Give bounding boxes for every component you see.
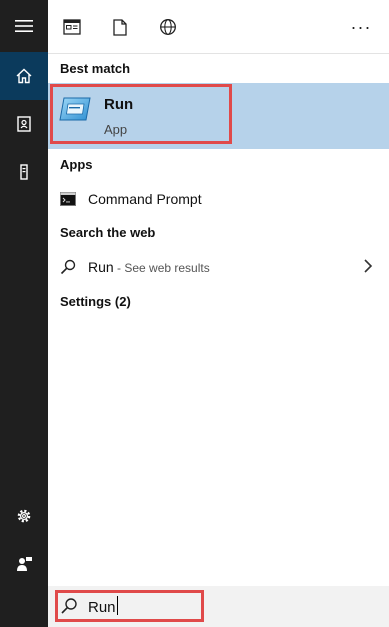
web-search-result[interactable]: Run - See web results — [48, 250, 389, 284]
web-search-query: Run — [88, 259, 114, 275]
web-filter-button[interactable] — [150, 10, 186, 44]
hamburger-menu-button[interactable] — [0, 2, 48, 50]
list-item-command-prompt[interactable]: Command Prompt — [48, 182, 389, 216]
feedback-icon — [17, 557, 32, 571]
more-options-button[interactable]: ··· — [343, 10, 379, 44]
tower-icon — [20, 164, 28, 180]
document-icon — [113, 18, 127, 36]
home-button[interactable] — [0, 52, 48, 100]
settings-header[interactable]: Settings (2) — [60, 294, 131, 309]
notebook-icon — [17, 116, 31, 132]
home-icon — [16, 68, 32, 84]
hamburger-menu-icon — [15, 20, 33, 32]
chevron-right-icon — [364, 259, 373, 273]
start-sidebar — [0, 0, 48, 627]
search-web-header: Search the web — [60, 225, 156, 240]
web-search-hint: - See web results — [113, 261, 210, 275]
feedback-button[interactable] — [0, 540, 48, 588]
best-match-highlight — [50, 84, 232, 144]
filter-toolbar: ··· — [48, 0, 389, 54]
apps-filter-button[interactable] — [54, 10, 90, 44]
list-item-label: Command Prompt — [88, 191, 202, 207]
tiles-icon — [63, 19, 81, 35]
gear-icon — [17, 509, 31, 523]
best-match-header: Best match — [60, 61, 131, 76]
tower-button[interactable] — [0, 148, 48, 196]
command-prompt-icon — [60, 191, 76, 207]
settings-button[interactable] — [0, 492, 48, 540]
search-box-highlight — [55, 590, 204, 622]
globe-icon — [160, 19, 176, 35]
web-search-label: Run - See web results — [88, 259, 210, 275]
apps-header: Apps — [60, 157, 93, 172]
notebook-button[interactable] — [0, 100, 48, 148]
search-icon — [60, 259, 76, 275]
documents-filter-button[interactable] — [102, 10, 138, 44]
